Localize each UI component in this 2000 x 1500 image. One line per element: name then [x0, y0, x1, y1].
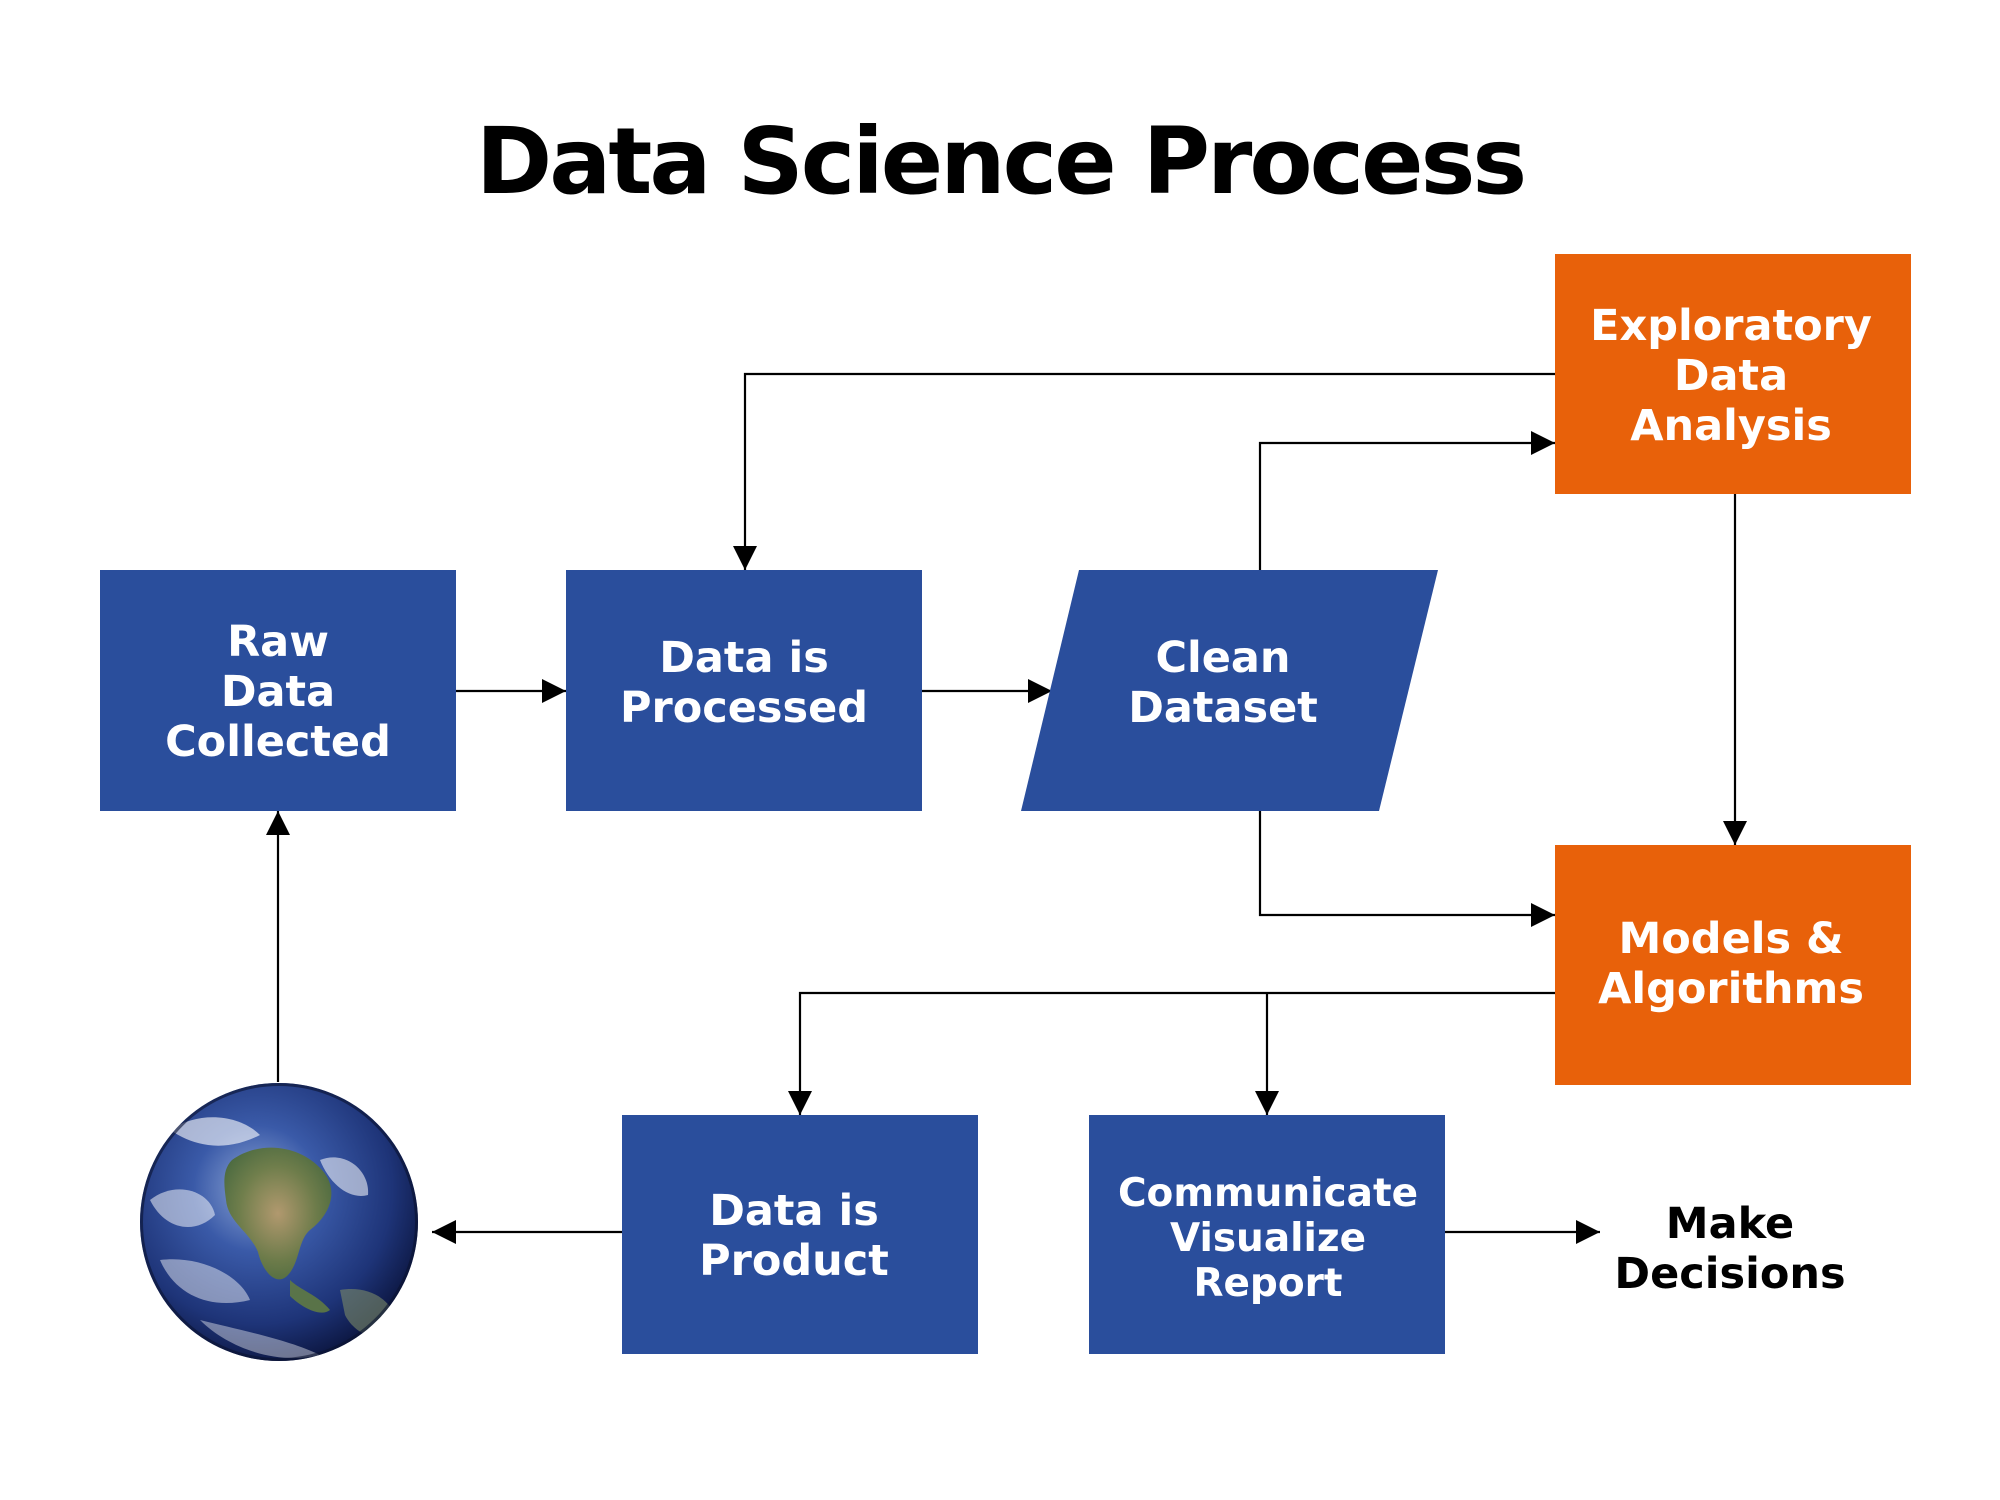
node-label-line: Data [1674, 351, 1788, 401]
node-exploratory-data-analysis[interactable]: Exploratory Data Analysis [1555, 254, 1911, 494]
node-models-algorithms[interactable]: Models & Algorithms [1555, 845, 1911, 1085]
node-communicate-visualize-report[interactable]: Communicate Visualize Report [1089, 1115, 1445, 1354]
node-data-is-processed[interactable]: Data is Processed [566, 570, 922, 811]
node-label-line: Models & [1618, 914, 1843, 964]
node-make-decisions[interactable]: Make Decisions [1614, 1199, 1845, 1299]
node-label-line: Data is [709, 1186, 879, 1236]
node-label-line: Data is [659, 633, 829, 683]
flowchart: Raw Data Collected Data is Processed Cle… [100, 254, 1911, 1361]
edge-clean-to-eda [1258, 431, 1555, 570]
node-data-is-product[interactable]: Data is Product [622, 1115, 978, 1354]
earth-globe-icon[interactable] [140, 1083, 418, 1361]
node-label-line: Clean [1155, 633, 1290, 683]
node-label-line: Algorithms [1598, 964, 1864, 1014]
node-label-line: Make [1666, 1199, 1794, 1249]
node-label-line: Visualize [1170, 1216, 1366, 1261]
node-clean-dataset[interactable]: Clean Dataset [1021, 570, 1438, 811]
node-label-line: Collected [165, 717, 391, 767]
node-label-line: Report [1193, 1261, 1342, 1306]
node-label-line: Raw [227, 617, 329, 667]
node-raw-data-collected[interactable]: Raw Data Collected [100, 570, 456, 811]
edges [266, 372, 1747, 1244]
node-label-line: Exploratory [1590, 301, 1872, 351]
edge-models-to-product [788, 991, 1555, 1115]
node-label-line: Communicate [1118, 1171, 1418, 1216]
node-label-line: Decisions [1614, 1249, 1845, 1299]
edge-clean-to-models [1258, 811, 1555, 927]
node-label-line: Analysis [1630, 401, 1832, 451]
node-label-line: Product [699, 1236, 889, 1286]
node-label-line: Processed [620, 683, 868, 733]
node-label-line: Dataset [1128, 683, 1318, 733]
edge-eda-to-processed [733, 372, 1555, 570]
node-label-line: Data [221, 667, 335, 717]
